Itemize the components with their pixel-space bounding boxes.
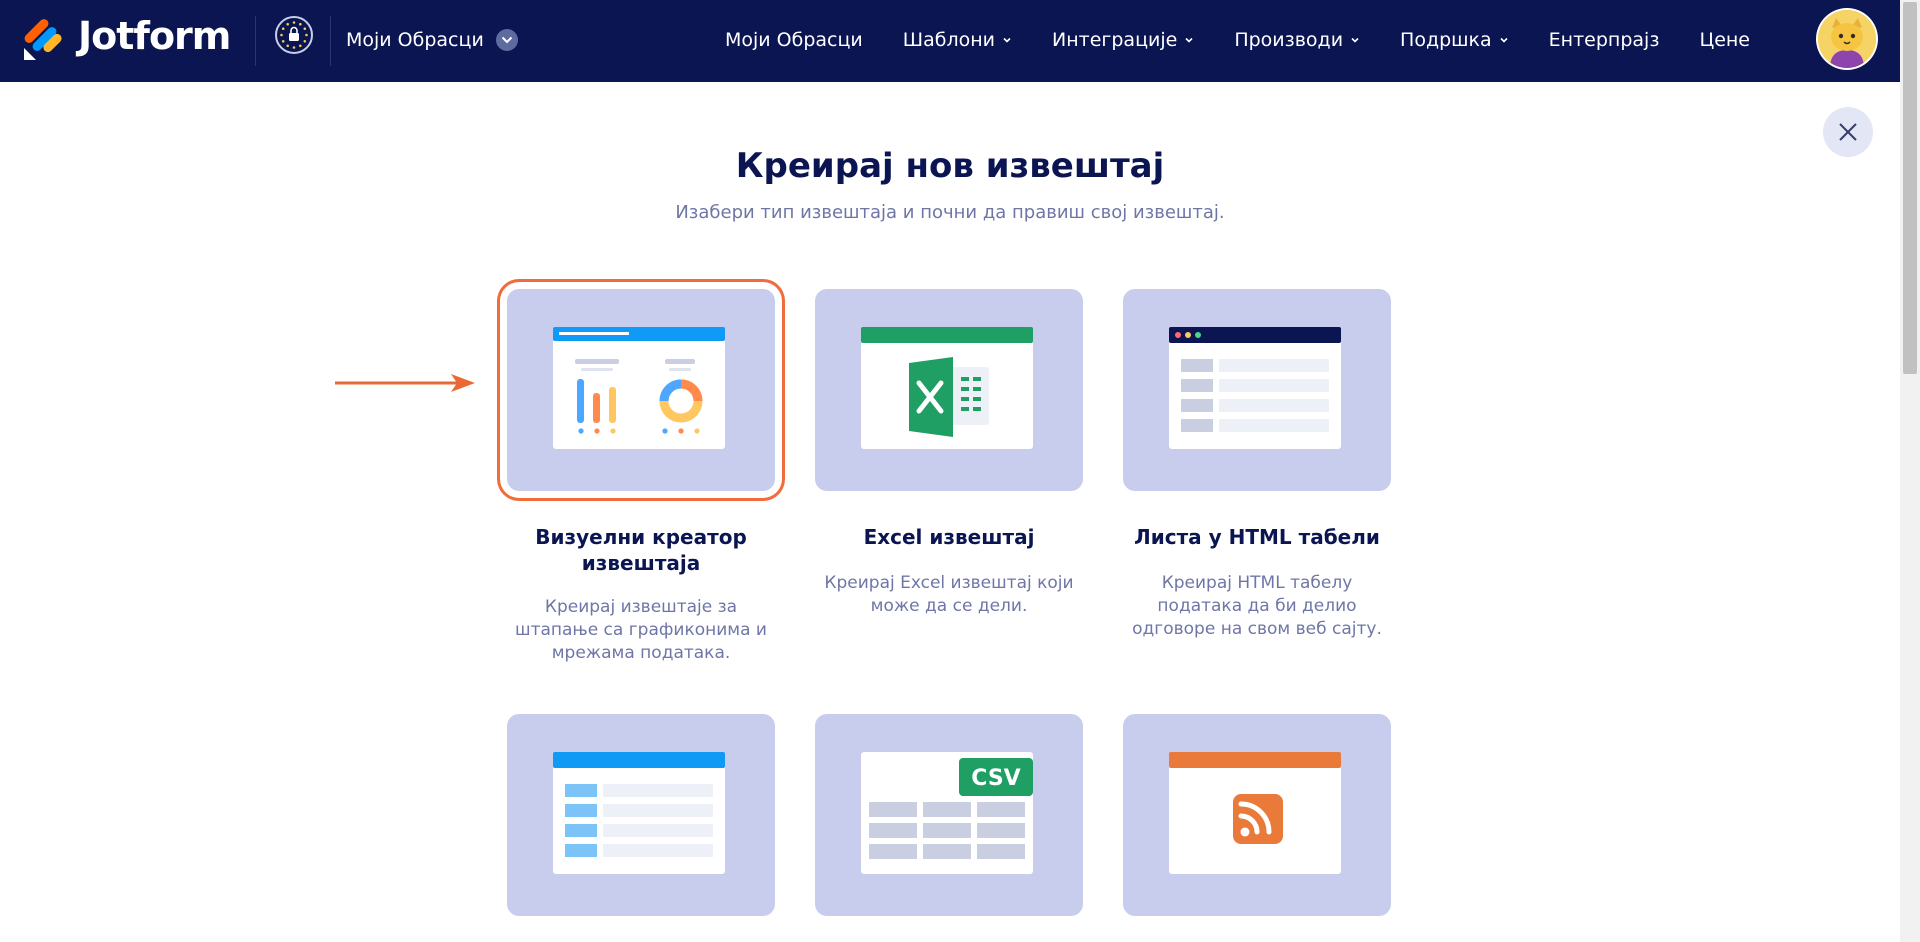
nav-enterprise[interactable]: Ентерпрајз xyxy=(1549,29,1660,51)
close-icon xyxy=(1839,123,1857,141)
nav-integrations[interactable]: Интеграције xyxy=(1052,29,1194,51)
my-forms-dropdown[interactable]: Моји Обрасци xyxy=(346,24,518,56)
excel-icon xyxy=(861,327,1033,449)
report-card-thumbnail[interactable] xyxy=(1123,289,1391,491)
caret-down-icon xyxy=(1185,37,1193,43)
my-forms-dropdown-label: Моји Обрасци xyxy=(346,29,484,51)
report-card-description: Креирај Excel извештај који може да се д… xyxy=(824,573,1074,616)
report-card-thumbnail[interactable]: CSV xyxy=(815,714,1083,916)
html-table-icon xyxy=(1169,327,1341,449)
chevron-down-icon xyxy=(495,29,518,51)
header-divider xyxy=(255,16,256,66)
top-navbar: Jotform Моји Обрасци Моји Обрасци Шаблон… xyxy=(0,0,1900,82)
report-card-thumbnail[interactable] xyxy=(507,289,775,491)
nav-templates[interactable]: Шаблони xyxy=(903,29,1012,51)
caret-down-icon xyxy=(1351,37,1359,43)
grid-report-icon xyxy=(553,752,725,874)
nav-label: Шаблони xyxy=(902,29,995,51)
nav-pricing[interactable]: Цене xyxy=(1699,29,1750,51)
caret-down-icon xyxy=(1003,37,1011,43)
report-card-description: Креирај извештаје за штапање са графикон… xyxy=(515,597,767,663)
report-card-thumbnail[interactable] xyxy=(815,289,1083,491)
csv-badge-label: CSV xyxy=(971,766,1021,791)
avatar-cat-icon xyxy=(1818,10,1876,68)
nav-support[interactable]: Подршка xyxy=(1400,29,1509,51)
jotform-logo-text[interactable]: Jotform xyxy=(78,14,231,58)
page-title: Креирај нов извештај xyxy=(735,146,1165,186)
eu-lock-badge-icon xyxy=(275,16,313,54)
nav-label: Производи xyxy=(1234,29,1344,51)
nav-label: Подршка xyxy=(1400,29,1492,51)
report-card-description: Креирај HTML табелу података да би делио… xyxy=(1132,573,1382,639)
rss-icon xyxy=(1169,752,1341,874)
jotform-logo-icon[interactable] xyxy=(22,18,66,62)
nav-label: Цене xyxy=(1699,29,1750,51)
report-card-thumbnail[interactable] xyxy=(507,714,775,916)
user-avatar[interactable] xyxy=(1818,10,1876,68)
visual-report-icon xyxy=(553,327,725,449)
report-card-title: Визуелни креатор извештаја xyxy=(535,525,747,575)
report-card-title: Excel извештај xyxy=(863,525,1035,549)
caret-down-icon xyxy=(1500,37,1508,43)
nav-label: Интеграције xyxy=(1051,29,1178,51)
nav-label: Моји Обрасци xyxy=(724,29,863,51)
header-divider xyxy=(330,16,331,66)
nav-my-forms[interactable]: Моји Обрасци xyxy=(725,29,863,51)
nav-products[interactable]: Производи xyxy=(1234,29,1360,51)
report-card-title: Листа у HTML табели xyxy=(1134,525,1380,549)
page-subtitle: Изабери тип извештаја и почни да правиш … xyxy=(675,202,1225,223)
nav-label: Ентерпрајз xyxy=(1548,29,1660,51)
arrow-right-icon xyxy=(335,374,475,392)
main-nav: Моји Обрасци Шаблони Интеграције Произво… xyxy=(685,24,1750,56)
scrollbar-thumb[interactable] xyxy=(1903,2,1917,374)
report-card-thumbnail[interactable] xyxy=(1123,714,1391,916)
